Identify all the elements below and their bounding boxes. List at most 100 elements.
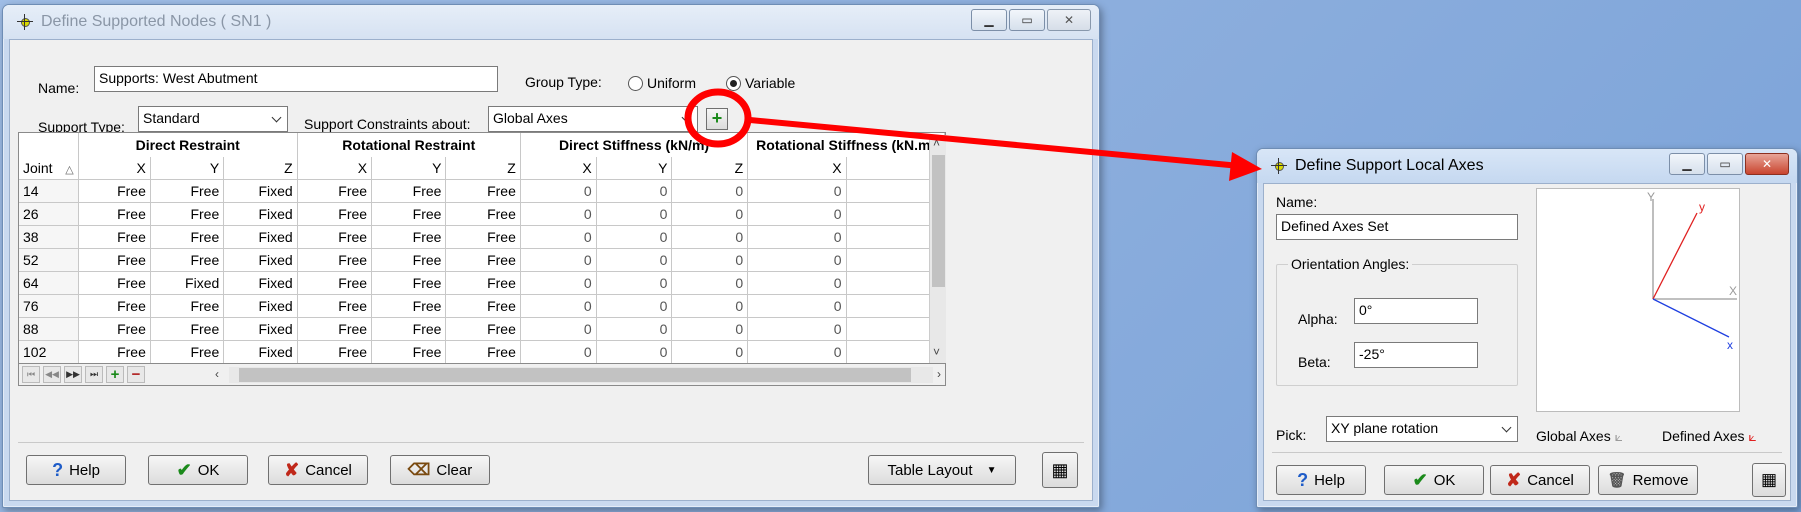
table-cell[interactable]: Free bbox=[297, 225, 373, 249]
table-cell[interactable]: Free bbox=[297, 179, 373, 203]
axes-name-input[interactable]: Defined Axes Set bbox=[1276, 214, 1518, 240]
table-cell[interactable]: 0 bbox=[520, 340, 597, 363]
table-row[interactable]: 88FreeFreeFixedFreeFreeFree00000 bbox=[19, 317, 945, 341]
table-cell[interactable]: Fixed bbox=[223, 317, 298, 341]
joint-cell[interactable]: 64 bbox=[19, 271, 79, 295]
table-cell[interactable]: 0 bbox=[596, 317, 673, 341]
table-cell[interactable]: Free bbox=[78, 202, 151, 226]
vertical-scroll-thumb[interactable] bbox=[932, 155, 945, 287]
calculator-button[interactable]: ▦ bbox=[1042, 452, 1078, 488]
help-button[interactable]: ? Help bbox=[1276, 465, 1366, 495]
table-cell[interactable]: Free bbox=[78, 294, 151, 318]
table-cell[interactable]: 0 bbox=[671, 248, 749, 272]
table-cell[interactable]: 0 bbox=[747, 340, 847, 363]
table-cell[interactable]: 0 bbox=[747, 294, 847, 318]
table-cell[interactable]: 0 bbox=[520, 179, 597, 203]
beta-input[interactable]: -25° bbox=[1354, 342, 1478, 368]
last-record-button[interactable]: ⏭ bbox=[85, 366, 103, 383]
column-header-8[interactable]: Y bbox=[596, 157, 673, 180]
table-cell[interactable]: Fixed bbox=[223, 340, 298, 363]
table-cell[interactable]: 0 bbox=[596, 294, 673, 318]
column-header-9[interactable]: Z bbox=[671, 157, 749, 180]
table-cell[interactable]: Free bbox=[78, 225, 151, 249]
table-cell[interactable]: 0 bbox=[747, 248, 847, 272]
add-row-button[interactable]: + bbox=[106, 366, 124, 383]
remove-row-button[interactable]: − bbox=[127, 366, 145, 383]
table-cell[interactable]: Free bbox=[297, 202, 373, 226]
minimize-button[interactable]: ▁ bbox=[971, 9, 1007, 31]
table-cell[interactable]: Free bbox=[371, 248, 447, 272]
support-constraints-dropdown[interactable]: Global Axes bbox=[488, 106, 698, 132]
horizontal-scrollbar[interactable] bbox=[229, 367, 933, 383]
cancel-button[interactable]: ✘ Cancel bbox=[268, 455, 368, 485]
scroll-right-arrow[interactable]: › bbox=[937, 367, 941, 381]
calculator-button[interactable]: ▦ bbox=[1752, 463, 1786, 497]
table-cell[interactable]: Free bbox=[371, 317, 447, 341]
cancel-button[interactable]: ✘ Cancel bbox=[1490, 465, 1590, 495]
ok-button[interactable]: ✔ OK bbox=[1384, 465, 1484, 495]
table-cell[interactable]: Free bbox=[445, 340, 521, 363]
table-cell[interactable]: 0 bbox=[671, 202, 749, 226]
table-cell[interactable]: Fixed bbox=[223, 294, 298, 318]
table-cell[interactable]: Free bbox=[150, 317, 225, 341]
maximize-button[interactable]: ▭ bbox=[1009, 9, 1045, 31]
table-cell[interactable]: Free bbox=[297, 271, 373, 295]
alpha-input[interactable]: 0° bbox=[1354, 298, 1478, 324]
table-cell[interactable]: Free bbox=[150, 225, 225, 249]
table-cell[interactable]: Free bbox=[78, 179, 151, 203]
clear-button[interactable]: ⌫ Clear bbox=[390, 455, 490, 485]
first-record-button[interactable]: ⏮ bbox=[22, 366, 40, 383]
table-row[interactable]: 64FreeFixedFixedFreeFreeFree00000 bbox=[19, 271, 945, 295]
table-layout-button[interactable]: Table Layout ▼ bbox=[868, 455, 1016, 485]
column-header-10[interactable]: X bbox=[747, 157, 847, 180]
vertical-scrollbar[interactable]: ˄ ˅ bbox=[929, 135, 946, 363]
column-header-6[interactable]: Z bbox=[445, 157, 521, 180]
table-cell[interactable]: Free bbox=[371, 294, 447, 318]
column-header-1[interactable]: X bbox=[78, 157, 151, 180]
table-cell[interactable]: 0 bbox=[671, 271, 749, 295]
prev-record-button[interactable]: ◀◀ bbox=[43, 366, 61, 383]
table-cell[interactable]: Free bbox=[78, 340, 151, 363]
table-cell[interactable]: Free bbox=[371, 271, 447, 295]
table-cell[interactable]: Free bbox=[150, 340, 225, 363]
table-cell[interactable]: 0 bbox=[671, 225, 749, 249]
table-cell[interactable]: Free bbox=[78, 317, 151, 341]
table-cell[interactable]: Fixed bbox=[223, 271, 298, 295]
column-header-joint[interactable]: Joint △ bbox=[19, 157, 79, 180]
table-cell[interactable]: Free bbox=[371, 202, 447, 226]
table-cell[interactable]: 0 bbox=[520, 294, 597, 318]
table-cell[interactable]: 0 bbox=[747, 271, 847, 295]
table-cell[interactable]: Free bbox=[297, 317, 373, 341]
table-cell[interactable]: Free bbox=[445, 317, 521, 341]
remove-button[interactable]: 🗑 Remove bbox=[1598, 465, 1698, 495]
table-cell[interactable]: Free bbox=[297, 248, 373, 272]
table-row[interactable]: 52FreeFreeFixedFreeFreeFree00000 bbox=[19, 248, 945, 272]
joint-cell[interactable]: 26 bbox=[19, 202, 79, 226]
table-row[interactable]: 102FreeFreeFixedFreeFreeFree00000 bbox=[19, 340, 945, 363]
table-row[interactable]: 38FreeFreeFixedFreeFreeFree00000 bbox=[19, 225, 945, 249]
table-cell[interactable]: Free bbox=[150, 294, 225, 318]
close-button[interactable]: ✕ bbox=[1047, 9, 1091, 31]
scroll-down-arrow[interactable]: ˅ bbox=[933, 345, 940, 359]
table-row[interactable]: 26FreeFreeFixedFreeFreeFree00000 bbox=[19, 202, 945, 226]
table-cell[interactable]: 0 bbox=[747, 225, 847, 249]
table-cell[interactable]: Free bbox=[371, 340, 447, 363]
close-button[interactable]: ✕ bbox=[1745, 153, 1789, 175]
title-bar[interactable]: Define Support Local Axes ▁ ▭ ✕ bbox=[1257, 149, 1797, 183]
table-cell[interactable]: Free bbox=[445, 202, 521, 226]
table-cell[interactable]: Free bbox=[371, 225, 447, 249]
pick-dropdown[interactable]: XY plane rotation bbox=[1326, 416, 1518, 442]
add-local-axes-button[interactable]: + bbox=[706, 108, 728, 130]
table-cell[interactable]: Fixed bbox=[223, 225, 298, 249]
table-cell[interactable]: 0 bbox=[520, 317, 597, 341]
table-cell[interactable]: 0 bbox=[671, 179, 749, 203]
table-cell[interactable]: Free bbox=[150, 179, 225, 203]
table-cell[interactable]: 0 bbox=[596, 202, 673, 226]
table-cell[interactable]: Fixed bbox=[223, 202, 298, 226]
table-cell[interactable]: 0 bbox=[747, 179, 847, 203]
table-cell[interactable]: Free bbox=[297, 294, 373, 318]
table-cell[interactable]: Free bbox=[78, 248, 151, 272]
table-cell[interactable]: Free bbox=[445, 271, 521, 295]
table-cell[interactable]: Free bbox=[445, 294, 521, 318]
group-uniform-radio[interactable]: Uniform bbox=[628, 75, 696, 91]
